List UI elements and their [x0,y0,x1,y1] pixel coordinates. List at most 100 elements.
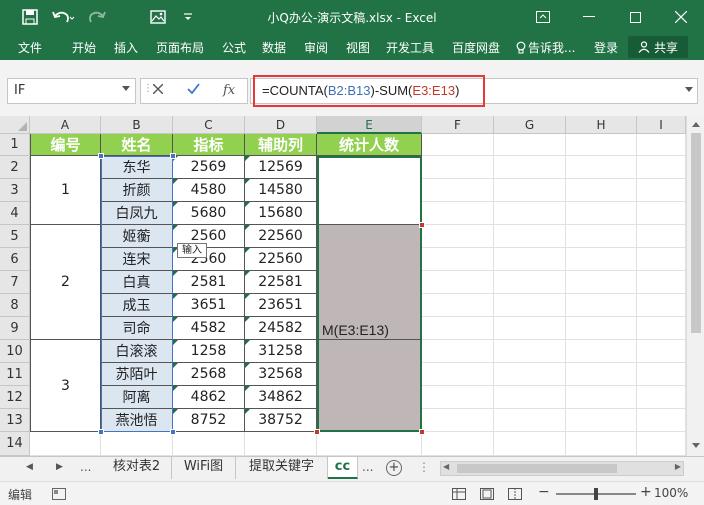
close-icon[interactable] [658,0,704,34]
cell[interactable] [422,386,494,409]
cell[interactable] [637,363,686,386]
header-fuzhulie[interactable]: 辅助列 [245,134,317,156]
group-number-cell[interactable]: 3 [30,340,101,432]
helper-cell[interactable]: 24582 [245,317,317,340]
count-cell-group-1[interactable] [317,156,422,225]
sheet-next-icon[interactable]: ▶ [56,462,63,472]
indicator-cell[interactable]: 8752 [173,409,245,432]
row-header-9[interactable]: 9 [0,317,30,340]
cell[interactable] [566,248,637,271]
column-header-d[interactable]: D [245,116,317,134]
sheet-tab-cc[interactable]: cc [328,457,358,479]
page-break-view-icon[interactable] [508,488,522,500]
cell[interactable] [637,225,686,248]
maximize-icon[interactable] [612,0,658,34]
range-handle[interactable] [419,429,425,435]
cell[interactable] [101,432,173,456]
add-sheet-icon[interactable]: + [386,460,402,476]
zoom-in-icon[interactable]: + [640,484,652,500]
helper-cell[interactable]: 38752 [245,409,317,432]
name-cell[interactable]: 苏陌叶 [101,363,173,386]
helper-cell[interactable]: 23651 [245,294,317,317]
function-icon[interactable]: fx [223,83,235,98]
column-header-e[interactable]: E [317,116,422,134]
cell[interactable] [566,271,637,294]
row-header-5[interactable]: 5 [0,225,30,248]
range-handle[interactable] [170,429,176,435]
cell[interactable] [422,202,494,225]
tell-me-search[interactable]: 告诉我... [516,39,575,56]
cell[interactable] [317,432,422,456]
tab-developer[interactable]: 开发工具 [386,39,434,56]
helper-cell[interactable]: 12569 [245,156,317,179]
indicator-cell[interactable]: 2568 [173,363,245,386]
sheet-prev-icon[interactable]: ◀ [26,462,33,472]
cell[interactable] [637,409,686,432]
indicator-cell[interactable]: 2581 [173,271,245,294]
cell[interactable] [422,409,494,432]
name-cell[interactable]: 东华 [101,156,173,179]
header-zhibiao[interactable]: 指标 [173,134,245,156]
row-header-10[interactable]: 10 [0,340,30,363]
header-tongji[interactable]: 统计人数 [317,134,422,156]
cell[interactable] [494,156,566,179]
cell[interactable] [422,156,494,179]
share-button[interactable]: 共享 [628,36,688,58]
name-cell[interactable]: 司命 [101,317,173,340]
helper-cell[interactable]: 22560 [245,248,317,271]
cell[interactable] [245,432,317,456]
zoom-slider-knob[interactable] [594,488,598,500]
column-header-g[interactable]: G [494,116,566,134]
macro-record-icon[interactable] [52,488,66,500]
cell[interactable] [566,317,637,340]
name-cell[interactable]: 白滚滚 [101,340,173,363]
helper-cell[interactable]: 31258 [245,340,317,363]
cell[interactable] [566,179,637,202]
row-header-6[interactable]: 6 [0,248,30,271]
range-handle[interactable] [98,429,104,435]
range-handle[interactable] [170,153,176,159]
worksheet-grid[interactable]: ABCDEFGHI 1 2 3 4 5 6 7 8 9 10 11 12 13 14 编号 姓名 指标 辅助列统… [0,116,686,456]
sheet-tab-extract[interactable]: 提取关键字 [236,457,328,479]
cell[interactable] [494,225,566,248]
scroll-left-icon[interactable]: ◀ [443,462,449,471]
column-header-b[interactable]: B [101,116,173,134]
indicator-cell[interactable]: 4862 [173,386,245,409]
cell[interactable] [637,294,686,317]
cancel-icon[interactable] [152,82,164,98]
name-cell[interactable]: 燕池悟 [101,409,173,432]
scroll-right-icon[interactable]: ▶ [675,462,681,471]
cell[interactable] [637,271,686,294]
name-cell[interactable]: 折颜 [101,179,173,202]
sheet-tab-wifi[interactable]: WiFi图 [172,457,236,479]
column-header-c[interactable]: C [173,116,245,134]
column-header-f[interactable]: F [422,116,494,134]
cell[interactable] [494,363,566,386]
helper-cell[interactable]: 14580 [245,179,317,202]
tab-data[interactable]: 数据 [262,39,286,56]
group-number-cell[interactable]: 2 [30,225,101,340]
row-header-11[interactable]: 11 [0,363,30,386]
row-header-7[interactable]: 7 [0,271,30,294]
cell[interactable] [637,317,686,340]
helper-cell[interactable]: 22560 [245,225,317,248]
cell[interactable] [566,409,637,432]
cell[interactable] [422,317,494,340]
cell[interactable] [637,156,686,179]
horizontal-scroll-thumb[interactable] [457,464,617,473]
cell[interactable] [566,202,637,225]
cell[interactable] [637,248,686,271]
sheet-more[interactable]: ... [362,460,373,474]
tab-page-layout[interactable]: 页面布局 [156,39,204,56]
helper-cell[interactable]: 34862 [245,386,317,409]
name-cell[interactable]: 连宋 [101,248,173,271]
column-header-i[interactable]: I [637,116,686,134]
cell[interactable] [494,317,566,340]
cell[interactable] [566,363,637,386]
row-header-2[interactable]: 2 [0,156,30,179]
column-header-h[interactable]: H [566,116,637,134]
cell[interactable] [494,386,566,409]
row-header-12[interactable]: 12 [0,386,30,409]
helper-cell[interactable]: 22581 [245,271,317,294]
cell[interactable] [566,432,637,456]
